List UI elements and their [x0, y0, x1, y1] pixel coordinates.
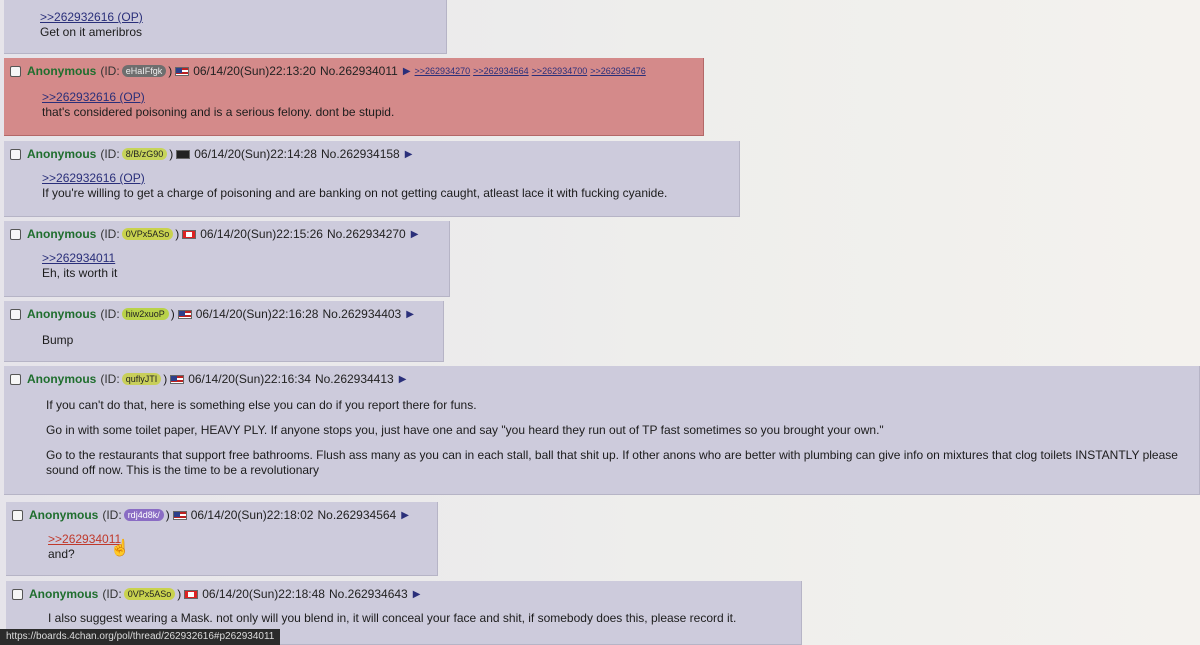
us-flag-icon — [177, 309, 192, 319]
ca-flag-icon — [184, 589, 199, 599]
poster-name: Anonymous — [29, 587, 99, 601]
post-text: I also suggest wearing a Mask. not only … — [48, 611, 737, 625]
status-bar-url: https://boards.4chan.org/pol/thread/2629… — [0, 629, 281, 645]
id-label: (ID: — [100, 307, 120, 321]
post-text: and? — [48, 547, 75, 561]
post-menu-arrow-icon[interactable]: ▶ — [411, 229, 419, 240]
poster-id[interactable]: eHaIFfgk — [121, 65, 167, 77]
post-reply: Anonymous (ID: rdj4d8k/ ) 06/14/20(Sun)2… — [6, 502, 438, 576]
post-reply: Anonymous (ID: 8/B/zG90 ) 06/14/20(Sun)2… — [4, 141, 740, 217]
post-number[interactable]: No.262934011 — [320, 64, 398, 78]
ca-flag-icon — [182, 229, 197, 239]
post-menu-arrow-icon[interactable]: ▶ — [399, 374, 407, 385]
poster-id[interactable]: 8/B/zG90 — [121, 148, 168, 160]
quote-link[interactable]: >>262932616 (OP) — [42, 171, 731, 186]
poster-id[interactable]: hiw2xuoP — [121, 308, 169, 320]
backlinks: >>262934270 >>262934564 >>262934700 >>26293… — [415, 66, 649, 76]
poster-name: Anonymous — [27, 147, 97, 161]
id-label: (ID: — [100, 372, 120, 386]
post-checkbox[interactable] — [12, 509, 23, 521]
post-menu-arrow-icon[interactable]: ▶ — [413, 589, 421, 600]
post-paragraph: Go to the restaurants that support free … — [46, 448, 1178, 477]
quote-link-hovered[interactable]: >>262934011 — [48, 532, 429, 547]
post-paragraph: Go in with some toilet paper, HEAVY PLY.… — [46, 423, 884, 437]
quote-link[interactable]: >>262932616 (OP) — [42, 90, 695, 105]
post-number[interactable]: No.262934270 — [327, 227, 406, 241]
post-text: If you're willing to get a charge of poi… — [42, 186, 668, 200]
id-label: (ID: — [102, 587, 122, 601]
us-flag-icon — [175, 66, 190, 76]
backlink[interactable]: >>262934564 — [473, 66, 529, 76]
post-number[interactable]: No.262934158 — [321, 147, 400, 161]
post-paragraph: If you can't do that, here is something … — [46, 398, 477, 412]
post-checkbox[interactable] — [10, 373, 21, 385]
post-text: Bump — [42, 333, 74, 347]
post-datetime: 06/14/20(Sun)22:15:26 — [200, 227, 323, 241]
post-number[interactable]: No.262934413 — [315, 372, 394, 386]
poster-name: Anonymous — [27, 307, 97, 321]
post-reply: Anonymous (ID: quflyJTI ) 06/14/20(Sun)2… — [4, 366, 1200, 495]
poster-name: Anonymous — [27, 227, 97, 241]
poster-id[interactable]: 0VPx5ASo — [123, 588, 176, 600]
id-label: (ID: — [100, 147, 120, 161]
post-checkbox[interactable] — [10, 65, 21, 77]
backlink[interactable]: >>262934270 — [415, 66, 471, 76]
id-label: (ID: — [100, 64, 120, 78]
backlink[interactable]: >>262934700 — [532, 66, 588, 76]
id-label: (ID: — [100, 227, 120, 241]
post-checkbox[interactable] — [12, 588, 23, 600]
post-menu-arrow-icon[interactable]: ▶ — [401, 510, 409, 521]
quote-link[interactable]: >>262934011 — [42, 251, 441, 266]
id-label: (ID: — [102, 508, 122, 522]
post-datetime: 06/14/20(Sun)22:16:28 — [195, 307, 319, 321]
backlink[interactable]: >>262935476 — [590, 66, 646, 76]
post-text: that's considered poisoning and is a ser… — [42, 105, 395, 119]
poster-id[interactable]: rdj4d8k/ — [123, 509, 164, 521]
post-number[interactable]: No.262934403 — [322, 307, 401, 321]
flag-icon — [176, 149, 191, 159]
us-flag-icon — [170, 374, 185, 384]
post-datetime: 06/14/20(Sun)22:14:28 — [194, 147, 317, 161]
post-checkbox[interactable] — [10, 308, 21, 320]
post-checkbox[interactable] — [10, 228, 21, 240]
post-reply: Anonymous (ID: hiw2xuoP ) 06/14/20(Sun)2… — [4, 301, 444, 362]
poster-name: Anonymous — [27, 64, 97, 78]
post-number[interactable]: No.262934564 — [317, 508, 396, 522]
post-checkbox[interactable] — [10, 148, 21, 160]
hand-cursor-icon: ☝ — [110, 540, 130, 557]
post-menu-arrow-icon[interactable]: ▶ — [406, 309, 414, 320]
post-menu-arrow-icon[interactable]: ▶ — [403, 66, 411, 77]
post-menu-arrow-icon[interactable]: ▶ — [405, 149, 413, 160]
poster-name: Anonymous — [29, 508, 99, 522]
post-number[interactable]: No.262934643 — [329, 587, 408, 601]
post-text: Get on it ameribros — [40, 25, 143, 39]
poster-name: Anonymous — [27, 372, 97, 386]
post-datetime: 06/14/20(Sun)22:16:34 — [188, 372, 311, 386]
post-reply-highlighted: Anonymous (ID: eHaIFfgk ) 06/14/20(Sun)2… — [4, 58, 704, 136]
poster-id[interactable]: 0VPx5ASo — [121, 228, 174, 240]
post-text: Eh, its worth it — [42, 266, 118, 280]
post-reply: Anonymous (ID: 0VPx5ASo ) 06/14/20(Sun)2… — [4, 221, 450, 297]
post-datetime: 06/14/20(Sun)22:18:02 — [190, 508, 314, 522]
quote-link[interactable]: >>262932616 (OP) — [40, 10, 438, 25]
us-flag-icon — [172, 510, 187, 520]
post-datetime: 06/14/20(Sun)22:18:48 — [202, 587, 325, 601]
post-datetime: 06/14/20(Sun)22:13:20 — [193, 64, 316, 78]
post-reply: >>262932616 (OP) Get on it ameribros — [4, 0, 447, 54]
poster-id[interactable]: quflyJTI — [121, 373, 162, 385]
